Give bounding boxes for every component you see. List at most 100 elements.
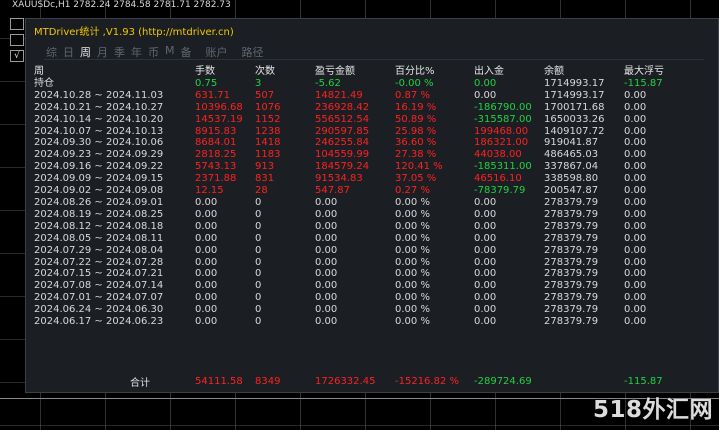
table-cell: 278379.79 (544, 316, 599, 328)
tab-10[interactable]: 路径 (242, 44, 264, 59)
column-header[interactable]: 手数 (195, 66, 255, 78)
table-cell: 0.00 (624, 149, 647, 161)
table-cell: 2024.06.24 ~ 2024.06.30 (34, 304, 164, 316)
total-label: 合计 (130, 378, 150, 389)
column-header[interactable]: 百分比% (395, 66, 474, 78)
period-tabs: 综日周月季年币 M 备账户 路径 (46, 44, 270, 59)
table-cell: 278379.79 (544, 232, 599, 244)
table-cell: -186790.00 (474, 101, 532, 113)
table-cell: 0.00 % (395, 304, 430, 316)
tab-3[interactable]: 月 (97, 44, 108, 59)
table-row: 2024.08.12 ~ 2024.08.18 0.00 0 0.00 0.00 % 0.… (34, 221, 684, 233)
table-cell: 0.87 % (395, 89, 430, 101)
table-cell: 278379.79 (544, 268, 599, 280)
table-cell: 0.00 (195, 196, 218, 208)
table-cell: 0.00 (624, 161, 647, 173)
table-cell: 1409107.72 (544, 125, 605, 137)
table-cell: 913 (255, 161, 275, 173)
column-header[interactable]: 盈亏金额 (315, 66, 395, 78)
table-cell: 278379.79 (544, 256, 599, 268)
table-cell: 1714993.17 (544, 77, 605, 89)
table-cell: 1650033.26 (544, 113, 605, 125)
column-header[interactable]: 周 (34, 66, 195, 78)
table-cell: 0.00 (624, 137, 647, 149)
table-row: 2024.09.16 ~ 2024.09.22 5743.13 913 184579.… (34, 161, 684, 173)
table-cell: 0.00 (195, 304, 218, 316)
table-cell: 184579.24 (315, 161, 370, 173)
tab-1[interactable]: 日 (63, 44, 74, 59)
table-cell: 547.87 (315, 185, 350, 197)
table-cell: 2371.88 (195, 173, 237, 185)
table-cell: 2024.07.29 ~ 2024.08.04 (34, 244, 164, 256)
table-row: 2024.10.14 ~ 2024.10.20 14537.19 1152 55651… (34, 114, 684, 126)
tab-0[interactable]: 综 (46, 44, 57, 59)
table-cell: 0.00 (315, 256, 338, 268)
table-cell: 278379.79 (544, 244, 599, 256)
total-cell: -15216.82 % (395, 376, 460, 387)
table-cell: 1714993.17 (544, 89, 605, 101)
table-cell: 36.60 % (395, 137, 437, 149)
table-cell: 0.00 (195, 292, 218, 304)
table-cell: 278379.79 (544, 280, 599, 292)
table-cell: 0.75 (195, 77, 218, 89)
table-cell: -0.00 % (395, 77, 434, 89)
tab-9[interactable]: 账户 (206, 44, 228, 59)
table-row: 2024.06.17 ~ 2024.06.23 0.00 0 0.00 0.00 % 0.… (34, 316, 684, 328)
tab-2[interactable]: 周 (80, 44, 91, 59)
table-cell: 0.00 (315, 208, 338, 220)
table-cell: 0.00 (315, 316, 338, 328)
table-cell: 0 (255, 316, 262, 328)
table-cell: 2024.10.14 ~ 2024.10.20 (34, 113, 164, 125)
column-header[interactable]: 次数 (255, 66, 315, 78)
table-cell: 0.00 (474, 268, 497, 280)
table-cell: 0.00 % (395, 220, 430, 232)
table-cell: 3 (255, 77, 262, 89)
table-row: 2024.10.07 ~ 2024.10.13 8915.83 1238 290597… (34, 126, 684, 138)
tab-5[interactable]: 年 (131, 44, 142, 59)
table-cell: 0 (255, 208, 262, 220)
table-cell: 0.00 (195, 244, 218, 256)
table-cell: 0.00 (474, 244, 497, 256)
table-row: 2024.09.30 ~ 2024.10.06 8684.01 1418 246255… (34, 137, 684, 149)
table-cell: 236928.42 (315, 101, 370, 113)
table-cell: 0 (255, 256, 262, 268)
symbol-price-bar: XAUUSDc,H1 2782.24 2784.58 2781.71 2782.… (12, 0, 231, 10)
table-cell: 0.00 (624, 125, 647, 137)
table-cell: -5.62 (315, 77, 341, 89)
table-cell: 14821.49 (315, 89, 363, 101)
table-cell: 104559.99 (315, 149, 370, 161)
table-row: 2024.09.23 ~ 2024.09.29 2818.25 1183 104559… (34, 149, 684, 161)
tab-8[interactable]: 备 (181, 44, 192, 59)
table-cell: 0.00 (624, 220, 647, 232)
panel-toggle-icon[interactable] (10, 18, 24, 30)
tab-4[interactable]: 季 (114, 44, 125, 59)
tab-7[interactable]: M (165, 44, 175, 58)
table-cell: 0.00 (474, 304, 497, 316)
table-cell: 278379.79 (544, 220, 599, 232)
table-cell: 0.27 % (395, 185, 430, 197)
table-cell: 278379.79 (544, 196, 599, 208)
chart-toolbar: √ (10, 18, 24, 66)
table-cell: 16.19 % (395, 101, 437, 113)
table-cell: 0.00 (315, 244, 338, 256)
column-header[interactable]: 余额 (544, 66, 624, 78)
table-cell: 507 (255, 89, 275, 101)
checkmark-icon[interactable]: √ (10, 50, 24, 62)
column-header[interactable]: 出入金 (474, 66, 544, 78)
column-header[interactable]: 最大浮亏 (624, 66, 684, 78)
panel-toggle-icon[interactable] (10, 34, 24, 46)
table-cell: 0.00 (624, 173, 647, 185)
table-cell: 2024.08.19 ~ 2024.08.25 (34, 208, 164, 220)
table-cell: 278379.79 (544, 292, 599, 304)
table-cell: 278379.79 (544, 304, 599, 316)
tab-6[interactable]: 币 (148, 44, 159, 59)
table-cell: 0 (255, 196, 262, 208)
table-cell: 0.00 % (395, 232, 430, 244)
table-row: 2024.07.22 ~ 2024.07.28 0.00 0 0.00 0.00 % 0.… (34, 257, 684, 269)
table-cell: 14537.19 (195, 113, 243, 125)
table-header-row: 周手数 次数 盈亏金额 百分比% 出入金 余额 最大浮亏 (34, 66, 684, 78)
table-row: 2024.10.28 ~ 2024.11.03 631.71 507 14821.49… (34, 90, 684, 102)
table-row: 2024.10.21 ~ 2024.10.27 10396.68 1076 23692… (34, 102, 684, 114)
weekly-stats-table: 周手数 次数 盈亏金额 百分比% 出入金 余额 最大浮亏 持仓 0.75 3 -5.62 -0.00 … (34, 66, 684, 328)
table-cell: 28 (255, 185, 268, 197)
